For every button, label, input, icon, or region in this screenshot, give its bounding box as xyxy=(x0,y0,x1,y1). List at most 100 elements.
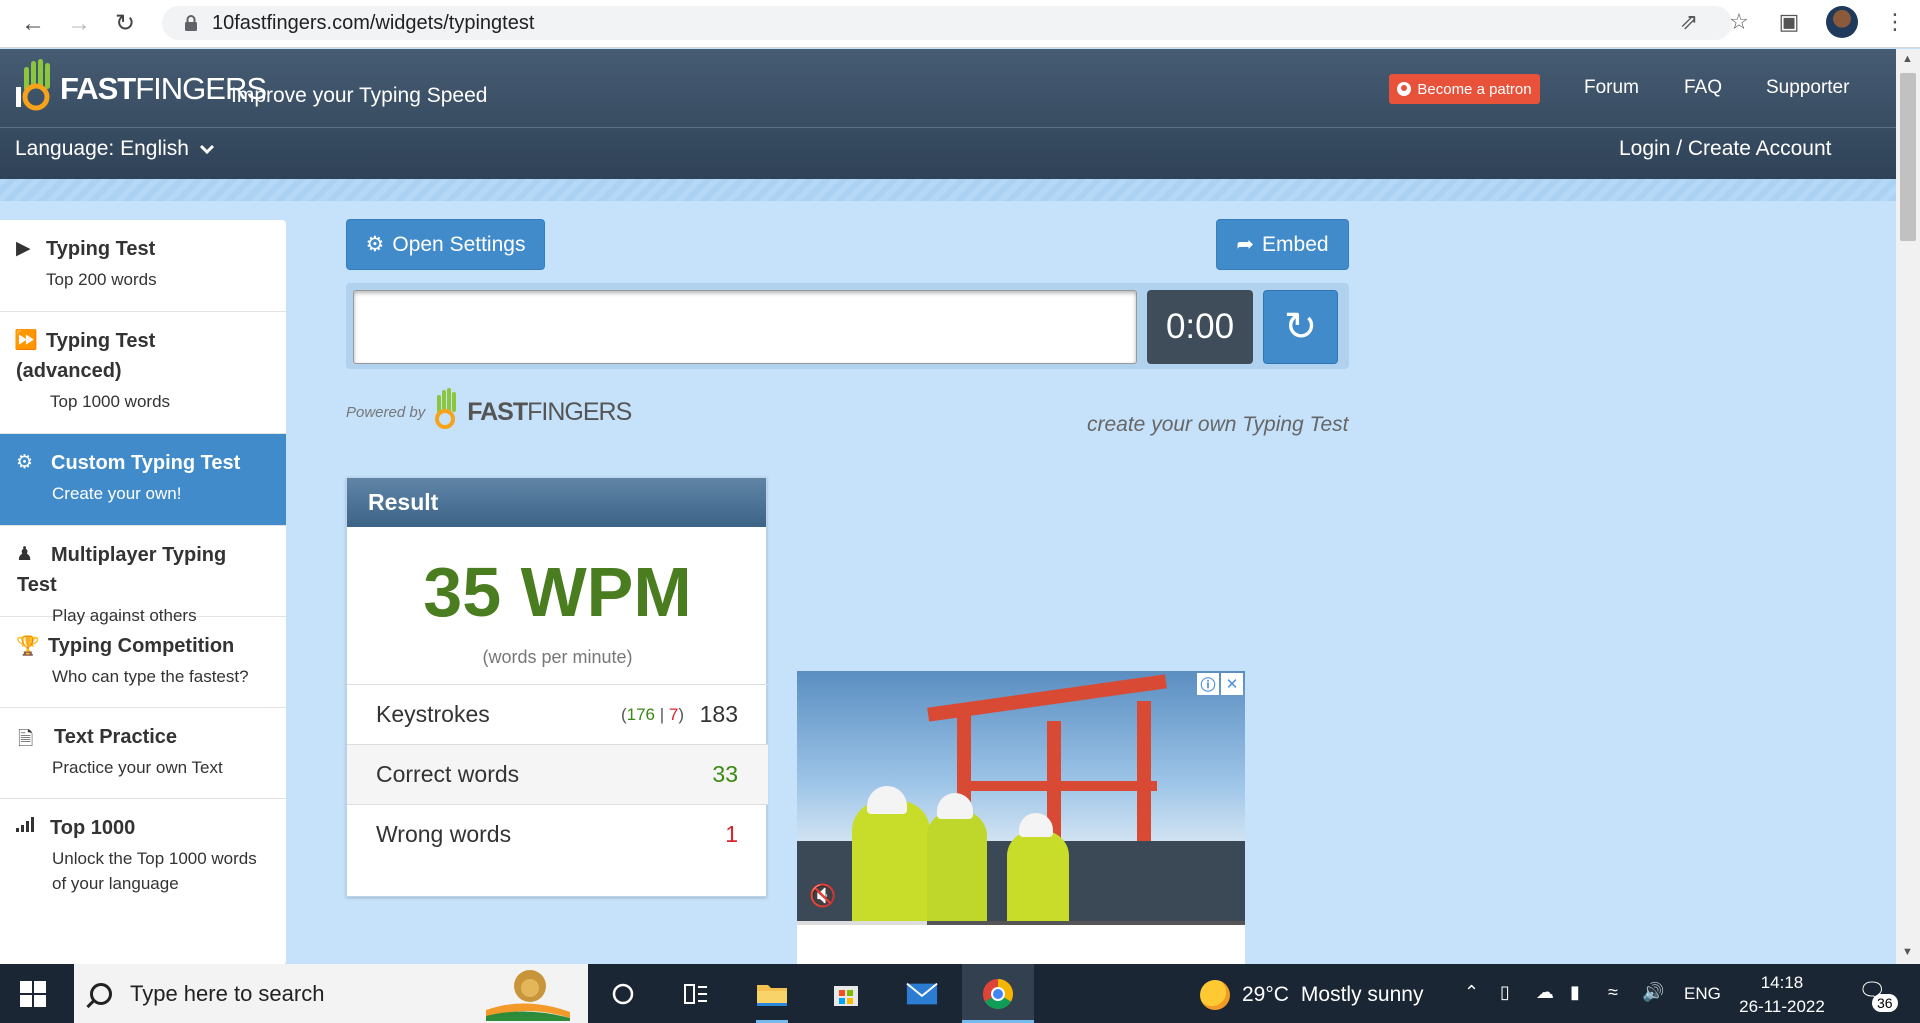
onedrive-cloud-icon[interactable]: ☁ xyxy=(1536,982,1554,1003)
gears-icon: ⚙ xyxy=(16,452,34,473)
show-hidden-icons-chevron-icon[interactable]: ⌃ xyxy=(1464,982,1479,1003)
hand-logo-small-icon xyxy=(435,388,457,429)
sidebar-item-top-1000[interactable]: Top 1000 Unlock the Top 1000 words of yo… xyxy=(0,799,286,919)
sidebar-item-title: Typing Test (advanced) xyxy=(16,330,156,382)
taskbar-search[interactable]: Type here to search xyxy=(74,964,588,1023)
browser-menu-icon[interactable]: ⋮ xyxy=(1882,9,1908,35)
site-header: FASTFINGERS Improve your Typing Speed Be… xyxy=(0,49,1896,179)
keystrokes-correct: 176 xyxy=(626,705,655,724)
typing-input[interactable] xyxy=(353,290,1137,364)
ad-video-frame: 🔇 xyxy=(797,671,1245,923)
trophy-icon: 🏆 xyxy=(16,636,40,657)
sidebar-item-subtitle: Top 1000 words xyxy=(50,392,171,411)
refresh-icon: ↻ xyxy=(1283,305,1318,349)
chrome-icon[interactable] xyxy=(982,978,1014,1010)
powered-logo-bold: FAST xyxy=(467,398,528,426)
embed-label: Embed xyxy=(1262,232,1329,256)
phone-link-icon[interactable]: ▯ xyxy=(1500,982,1510,1003)
partly-sunny-icon xyxy=(1200,980,1230,1010)
bookmark-star-icon[interactable]: ☆ xyxy=(1726,9,1752,35)
address-bar[interactable]: 10fastfingers.com/widgets/typingtest xyxy=(162,6,1732,40)
sidebar-item-subtitle: Practice your own Text xyxy=(52,758,223,777)
scroll-up-arrow-icon[interactable]: ▲ xyxy=(1902,53,1913,65)
nav-supporter-link[interactable]: Supporter xyxy=(1766,77,1849,99)
side-panel-icon[interactable]: ▣ xyxy=(1776,9,1802,35)
notification-count-badge: 36 xyxy=(1872,994,1898,1012)
windows-taskbar: Type here to search 29°C Mostly sunny ⌃ xyxy=(0,964,1920,1023)
patron-label: Become a patron xyxy=(1417,80,1532,98)
nav-faq-link[interactable]: FAQ xyxy=(1684,77,1722,99)
sidebar-item-typing-competition[interactable]: 🏆 Typing Competition Who can type the fa… xyxy=(0,617,286,708)
sidebar-item-typing-test-advanced[interactable]: ⏩ Typing Test (advanced) Top 1000 words xyxy=(0,312,286,434)
ad-close-icon[interactable]: ✕ xyxy=(1221,673,1243,695)
correct-words-label: Correct words xyxy=(376,761,520,787)
keystrokes-wrong: 7 xyxy=(668,705,679,724)
site-tagline: Improve your Typing Speed xyxy=(231,84,488,107)
sidebar-item-subtitle: Top 200 words xyxy=(46,270,157,289)
profile-avatar[interactable] xyxy=(1826,6,1858,38)
sidebar-item-subtitle: Unlock the Top 1000 words of your langua… xyxy=(52,849,257,893)
weather-temperature: 29°C xyxy=(1242,983,1289,1006)
result-panel: Result 35 WPM (words per minute) Keystro… xyxy=(346,477,768,897)
task-view-circle-icon[interactable] xyxy=(607,978,639,1010)
ad-info-icon[interactable]: ⓘ xyxy=(1197,673,1219,695)
share-icon[interactable]: ⇗ xyxy=(1676,9,1702,35)
gear-icon: ⚙ xyxy=(365,233,385,256)
language-label: Language: English xyxy=(15,137,189,160)
wrong-words-label: Wrong words xyxy=(376,821,512,847)
weather-description: Mostly sunny xyxy=(1300,983,1424,1006)
hand-logo-icon xyxy=(16,57,62,113)
forward-button[interactable]: → xyxy=(56,4,102,44)
login-create-account-link[interactable]: Login / Create Account xyxy=(1619,137,1831,161)
powered-logo-light: FINGERS xyxy=(527,398,632,426)
correct-words-row: Correct words 33 xyxy=(347,744,768,804)
mail-icon[interactable] xyxy=(906,978,938,1010)
widgets-icon[interactable] xyxy=(680,978,712,1010)
document-icon: 🗎 xyxy=(18,729,34,750)
sidebar-item-title: Text Practice xyxy=(54,726,178,748)
header-divider xyxy=(0,127,1896,128)
scrollbar-thumb[interactable] xyxy=(1900,73,1916,241)
become-patron-button[interactable]: Become a patron xyxy=(1389,74,1540,104)
wpm-value: 35 WPM xyxy=(423,553,692,631)
page-viewport: FASTFINGERS Improve your Typing Speed Be… xyxy=(0,49,1896,964)
wifi-icon[interactable]: ≈ xyxy=(1608,982,1618,1003)
system-clock[interactable]: 14:18 26-11-2022 xyxy=(1732,971,1832,1019)
lock-icon xyxy=(180,14,202,32)
windows-start-icon[interactable] xyxy=(20,981,46,1007)
sidebar-item-title: Multiplayer Typing Test xyxy=(17,544,227,596)
create-own-test-link[interactable]: create your own Typing Test xyxy=(1087,413,1348,437)
microsoft-store-icon[interactable] xyxy=(830,978,862,1010)
clock-date: 26-11-2022 xyxy=(1739,997,1825,1016)
scroll-down-arrow-icon[interactable]: ▼ xyxy=(1902,946,1913,958)
keystrokes-row: Keystrokes (176 | 7) 183 xyxy=(347,684,768,744)
language-selector[interactable]: Language: English xyxy=(15,137,215,161)
back-button[interactable]: ← xyxy=(10,4,56,44)
wrong-words-value: 1 xyxy=(725,821,738,847)
weather-widget[interactable]: 29°C Mostly sunny xyxy=(1200,980,1423,1010)
sidebar-item-title: Typing Test xyxy=(46,238,156,260)
sidebar-item-title: Top 1000 xyxy=(50,817,136,839)
volume-icon[interactable]: 🔊 xyxy=(1642,982,1664,1003)
site-logo[interactable]: FASTFINGERS xyxy=(16,57,267,113)
sidebar-item-typing-test[interactable]: ▶ Typing Test Top 200 words xyxy=(0,220,286,312)
search-highlight-lion-icon xyxy=(478,966,574,1021)
reload-page-button[interactable]: ↻ xyxy=(102,4,148,44)
open-settings-button[interactable]: ⚙ Open Settings xyxy=(346,219,545,270)
file-explorer-icon[interactable] xyxy=(756,978,788,1010)
sidebar-item-text-practice[interactable]: 🗎 Text Practice Practice your own Text xyxy=(0,708,286,799)
powered-by[interactable]: Powered by FASTFINGERS xyxy=(346,387,632,431)
embed-button[interactable]: ➦ Embed xyxy=(1216,219,1349,270)
patreon-icon xyxy=(1397,82,1412,96)
clock-time: 14:18 xyxy=(1760,973,1804,992)
muted-speaker-icon[interactable]: 🔇 xyxy=(809,883,836,909)
battery-icon[interactable]: ▮ xyxy=(1570,982,1580,1003)
keystrokes-label: Keystrokes xyxy=(376,701,490,727)
input-language[interactable]: ENG xyxy=(1684,984,1721,1004)
restart-button[interactable]: ↻ xyxy=(1263,290,1338,364)
page-scrollbar[interactable]: ▲ ▼ xyxy=(1896,49,1920,964)
sidebar-item-custom-typing-test[interactable]: ⚙ Custom Typing Test Create your own! xyxy=(0,434,286,526)
nav-forum-link[interactable]: Forum xyxy=(1584,77,1639,99)
video-advertisement[interactable]: 🔇 ⓘ ✕ xyxy=(797,671,1245,964)
sidebar-item-multiplayer[interactable]: ♟ Multiplayer Typing Test Play against o… xyxy=(0,526,286,625)
